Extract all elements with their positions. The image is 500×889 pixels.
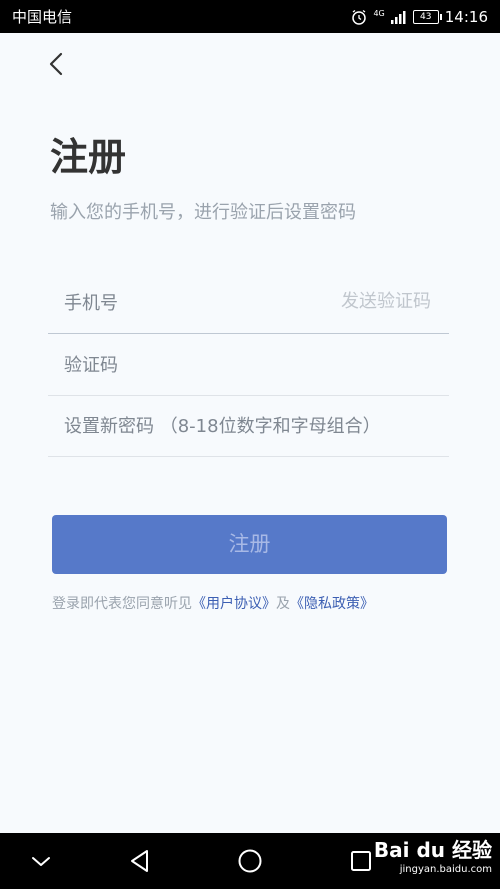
home-circle-icon — [238, 849, 262, 873]
agreement-text: 登录即代表您同意听见《用户协议》及《隐私政策》 — [52, 593, 374, 615]
back-button[interactable] — [42, 48, 72, 80]
status-bar: 中国电信 4G 43 14:16 — [0, 0, 500, 33]
watermark-url: jingyan.baidu.com — [399, 864, 492, 875]
baidu-jingyan-watermark: Bai du 经验 jingyan.baidu.com — [374, 837, 492, 877]
status-indicators: 4G 43 14:16 — [351, 6, 488, 28]
signal-icon — [390, 11, 406, 24]
register-button[interactable]: 注册 — [52, 515, 447, 574]
clock-time: 14:16 — [444, 8, 488, 26]
network-type: 4G — [373, 9, 385, 18]
send-code-button[interactable]: 发送验证码 — [341, 290, 431, 314]
chevron-left-icon — [49, 52, 63, 76]
password-field — [48, 395, 449, 457]
nav-home-button[interactable] — [230, 841, 270, 881]
navigation-bar: Bai du 经验 jingyan.baidu.com — [0, 833, 500, 889]
agreement-prefix: 登录即代表您同意听见 — [52, 596, 192, 612]
page-title: 注册 — [50, 135, 127, 179]
battery-icon: 43 — [412, 10, 442, 24]
watermark-brand: Bai du 经验 — [373, 838, 492, 862]
privacy-policy-link[interactable]: 《隐私政策》 — [290, 596, 374, 612]
chevron-down-icon — [32, 857, 50, 866]
hide-nav-button[interactable] — [21, 841, 61, 881]
agreement-conjunction: 及 — [276, 596, 290, 612]
user-agreement-link[interactable]: 《用户协议》 — [192, 596, 276, 612]
nav-back-button[interactable] — [120, 841, 160, 881]
page-subtitle: 输入您的手机号，进行验证后设置密码 — [50, 202, 356, 223]
phone-field: 发送验证码 — [48, 272, 449, 334]
back-triangle-icon — [131, 850, 148, 872]
alarm-icon — [352, 9, 367, 25]
phone-input[interactable] — [62, 272, 326, 334]
new-password-input[interactable] — [62, 395, 446, 457]
carrier-name: 中国电信 — [12, 8, 73, 26]
verification-code-input[interactable] — [62, 334, 326, 396]
code-field — [48, 334, 449, 396]
